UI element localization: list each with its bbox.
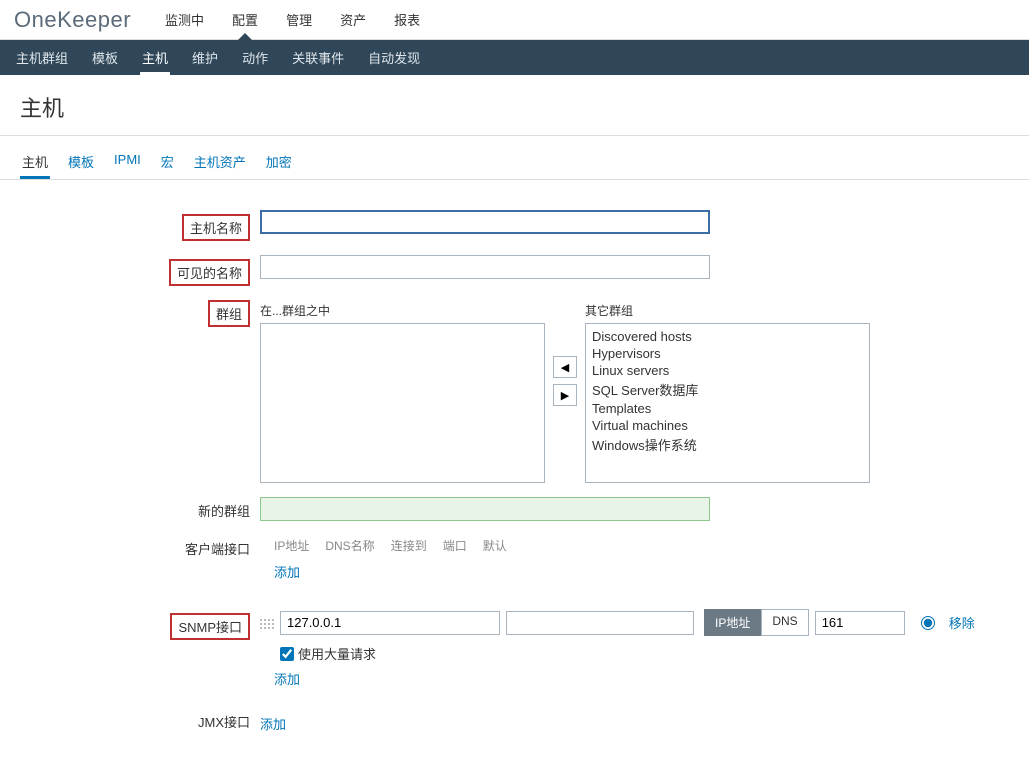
subnav-hosts[interactable]: 主机 [140,40,170,75]
triangle-right-icon: ▶ [561,389,569,402]
tab-macros[interactable]: 宏 [159,146,176,179]
snmp-bulk-label: 使用大量请求 [298,644,376,663]
snmp-port-input[interactable] [815,611,905,635]
hdr-default: 默认 [483,537,507,554]
topnav-inventory[interactable]: 资产 [336,0,370,39]
move-left-button[interactable]: ◀ [553,356,577,378]
hdr-connect: 连接到 [391,537,427,554]
add-snmp-interface-link[interactable]: 添加 [274,672,300,687]
group-option[interactable]: Virtual machines [590,417,865,434]
connect-ip-button[interactable]: IP地址 [704,609,761,636]
subnav-maintenance[interactable]: 维护 [190,40,220,75]
group-option[interactable]: Hypervisors [590,345,865,362]
connect-to-segment: IP地址 DNS [704,609,809,636]
topnav-configuration[interactable]: 配置 [228,0,262,39]
add-client-interface-link[interactable]: 添加 [274,565,300,580]
content: 主机 模板 IPMI 宏 主机资产 加密 主机名称 可见的名称 [0,135,1029,767]
snmp-default-radio[interactable] [921,616,935,630]
row-host-name: 主机名称 [20,210,1009,241]
move-right-button[interactable]: ▶ [553,384,577,406]
label-host-name: 主机名称 [20,210,260,241]
snmp-bulk-row: 使用大量请求 [280,644,1009,663]
brand-logo: OneKeeper [14,7,131,33]
in-groups-listbox[interactable] [260,323,545,483]
triangle-left-icon: ◀ [561,361,569,374]
group-option[interactable]: SQL Server数据库 [590,379,865,400]
label-visible-name: 可见的名称 [20,255,260,286]
row-jmx-interface: JMX接口 添加 [20,708,1009,733]
subnav-actions[interactable]: 动作 [240,40,270,75]
subnav: 主机群组 模板 主机 维护 动作 关联事件 自动发现 [0,40,1029,75]
row-new-group: 新的群组 [20,497,1009,521]
visible-name-input[interactable] [260,255,710,279]
label-new-group: 新的群组 [20,497,260,520]
snmp-remove-link[interactable]: 移除 [949,613,975,632]
topnav: 监测中 配置 管理 资产 报表 [161,0,424,39]
snmp-bulk-checkbox[interactable] [280,647,294,661]
interface-headers: IP地址 DNS名称 连接到 端口 默认 [274,537,1009,554]
label-other-groups: 其它群组 [585,300,870,319]
group-option[interactable]: Discovered hosts [590,328,865,345]
tab-templates[interactable]: 模板 [66,146,96,179]
hdr-ip: IP地址 [274,537,309,554]
snmp-ip-input[interactable] [280,611,500,635]
add-jmx-interface-link[interactable]: 添加 [260,717,286,732]
group-option[interactable]: Linux servers [590,362,865,379]
drag-handle-icon[interactable] [260,617,274,629]
row-visible-name: 可见的名称 [20,255,1009,286]
tab-ipmi[interactable]: IPMI [112,146,143,179]
page-title: 主机 [0,75,1029,135]
row-snmp-interface: SNMP接口 IP地址 DNS 移除 [20,609,1009,688]
hdr-port: 端口 [443,537,467,554]
hdr-dns: DNS名称 [325,537,374,554]
label-snmp-interface: SNMP接口 [20,609,260,640]
snmp-line: IP地址 DNS 移除 [260,609,1009,636]
connect-dns-button[interactable]: DNS [761,609,808,636]
group-option[interactable]: Windows操作系统 [590,434,865,455]
snmp-dns-input[interactable] [506,611,694,635]
host-form: 主机名称 可见的名称 群组 在...群组之中 [0,180,1029,767]
subnav-correlation[interactable]: 关联事件 [290,40,346,75]
topbar: OneKeeper 监测中 配置 管理 资产 报表 [0,0,1029,40]
other-groups-listbox[interactable]: Discovered hosts Hypervisors Linux serve… [585,323,870,483]
label-client-interface: 客户端接口 [20,535,260,558]
topnav-reports[interactable]: 报表 [390,0,424,39]
tab-inventory[interactable]: 主机资产 [192,146,248,179]
tab-host[interactable]: 主机 [20,146,50,179]
label-groups: 群组 [20,300,260,327]
topnav-administration[interactable]: 管理 [282,0,316,39]
tabs: 主机 模板 IPMI 宏 主机资产 加密 [0,136,1029,180]
topnav-monitoring[interactable]: 监测中 [161,0,208,39]
subnav-templates[interactable]: 模板 [90,40,120,75]
row-groups: 群组 在...群组之中 ◀ ▶ [20,300,1009,483]
subnav-discovery[interactable]: 自动发现 [366,40,422,75]
subnav-hostgroups[interactable]: 主机群组 [14,40,70,75]
new-group-input[interactable] [260,497,710,521]
tab-encryption[interactable]: 加密 [264,146,294,179]
group-option[interactable]: Templates [590,400,865,417]
row-client-interface: 客户端接口 IP地址 DNS名称 连接到 端口 默认 添加 [20,535,1009,581]
label-jmx-interface: JMX接口 [20,708,260,731]
host-name-input[interactable] [260,210,710,234]
label-in-groups: 在...群组之中 [260,300,545,319]
